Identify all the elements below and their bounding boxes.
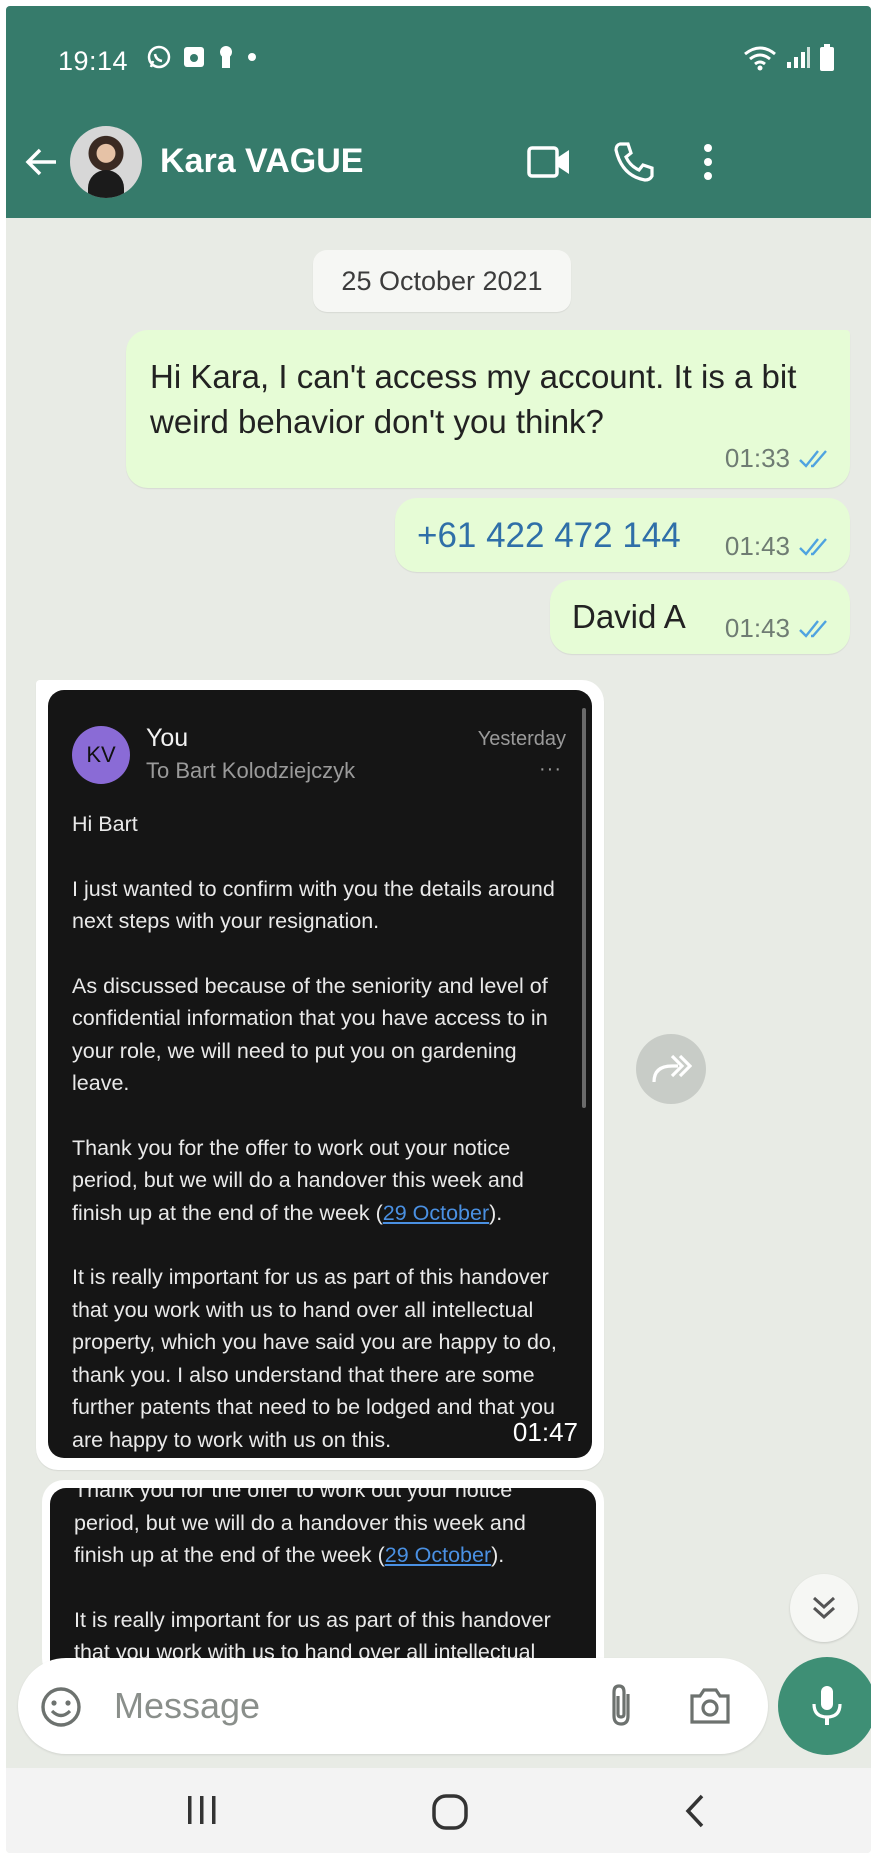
wifi-icon (744, 46, 776, 71)
message-meta: 01:43 (725, 613, 832, 644)
email-paragraph: Thank you for the offer to work out your… (74, 1488, 574, 1572)
email-paragraph: As discussed because of the seniority an… (72, 973, 548, 1096)
notification-icons (146, 44, 258, 70)
camera-icon[interactable] (688, 1686, 732, 1726)
double-chevron-down-icon (812, 1596, 836, 1620)
message-text: Hi Kara, I can't access my account. It i… (150, 358, 797, 440)
email-screenshot-image[interactable]: Thank you for the offer to work out your… (50, 1488, 596, 1680)
chat-thread[interactable]: 25 October 2021 Hi Kara, I can't access … (6, 218, 871, 1680)
system-icons (743, 44, 835, 72)
email-more-icon: ··· (539, 758, 562, 780)
email-paragraph: Thank you for the offer to work out your… (72, 1132, 572, 1230)
email-paragraph: It is really important for us as part of… (72, 1265, 557, 1452)
message-meta: 01:43 (725, 531, 832, 562)
back-nav-icon[interactable] (680, 1792, 710, 1830)
date-chip: 25 October 2021 (313, 250, 571, 312)
message-meta: 01:33 (725, 443, 832, 474)
back-arrow-icon[interactable] (24, 144, 60, 180)
message-time: 01:47 (512, 1417, 578, 1447)
status-bar: 19:14 (6, 6, 871, 102)
email-scrollbar (582, 708, 586, 1108)
chat-header: Kara VAGUE (6, 114, 871, 210)
voice-call-icon[interactable] (612, 138, 656, 186)
incoming-image-message[interactable]: KV You To Bart Kolodziejczyk Yesterday ·… (36, 680, 604, 1470)
home-icon[interactable] (430, 1792, 470, 1832)
outgoing-message[interactable]: David A 01:43 (550, 580, 850, 654)
double-check-icon (799, 537, 827, 556)
forward-button[interactable] (636, 1034, 706, 1104)
message-time: 01:43 (724, 613, 790, 643)
email-date: Yesterday (477, 728, 566, 750)
message-composer (18, 1658, 768, 1754)
email-paragraph: I just wanted to confirm with you the de… (72, 876, 555, 934)
battery-icon (820, 44, 834, 71)
dot-icon (248, 53, 256, 61)
email-recipient: To Bart Kolodziejczyk (146, 758, 356, 783)
email-body: Hi Bart I just wanted to confirm with yo… (72, 808, 572, 1458)
emoji-icon[interactable] (40, 1686, 82, 1728)
outgoing-message[interactable]: +61 422 472 144 01:43 (395, 498, 850, 572)
email-avatar: KV (72, 726, 130, 784)
message-time: 01:33 (724, 443, 790, 473)
keyhole-icon (220, 46, 232, 68)
message-time: 01:43 (724, 531, 790, 561)
contact-name[interactable]: Kara VAGUE (160, 142, 363, 181)
outgoing-message[interactable]: Hi Kara, I can't access my account. It i… (126, 330, 850, 488)
phone-number-link[interactable]: +61 422 472 144 (417, 516, 681, 556)
email-screenshot-image[interactable]: KV You To Bart Kolodziejczyk Yesterday ·… (48, 690, 592, 1458)
status-time: 19:14 (58, 46, 129, 76)
calendar-icon (184, 47, 204, 67)
message-input[interactable] (114, 1680, 554, 1732)
whatsapp-icon (147, 45, 171, 69)
double-check-icon (799, 449, 827, 468)
recent-apps-icon[interactable] (184, 1792, 220, 1828)
attach-icon[interactable] (606, 1682, 636, 1728)
email-text: ). (489, 1200, 503, 1225)
message-text: David A (572, 598, 686, 635)
voice-message-button[interactable] (778, 1657, 871, 1755)
microphone-icon (812, 1686, 842, 1725)
forward-icon (652, 1054, 692, 1083)
system-navigation-bar (6, 1768, 871, 1853)
more-options-icon[interactable] (696, 138, 720, 186)
scroll-to-bottom-button[interactable] (790, 1574, 858, 1642)
top-bar: 19:14 Kara VAGUE (6, 6, 871, 218)
signal-icon (787, 47, 810, 68)
email-date-link: 29 October (384, 1543, 492, 1567)
video-call-icon[interactable] (526, 138, 572, 186)
incoming-image-message[interactable]: Thank you for the offer to work out your… (42, 1480, 604, 1680)
email-greeting: Hi Bart (72, 812, 138, 836)
contact-avatar[interactable] (70, 126, 142, 198)
double-check-icon (799, 619, 827, 638)
email-sender: You (146, 724, 189, 752)
email-text: ). (491, 1543, 505, 1567)
phone-screen: 19:14 Kara VAGUE 25 October 2021 Hi Kara… (6, 6, 871, 1853)
email-body: Thank you for the offer to work out your… (74, 1488, 574, 1680)
email-date-link: 29 October (382, 1200, 490, 1225)
